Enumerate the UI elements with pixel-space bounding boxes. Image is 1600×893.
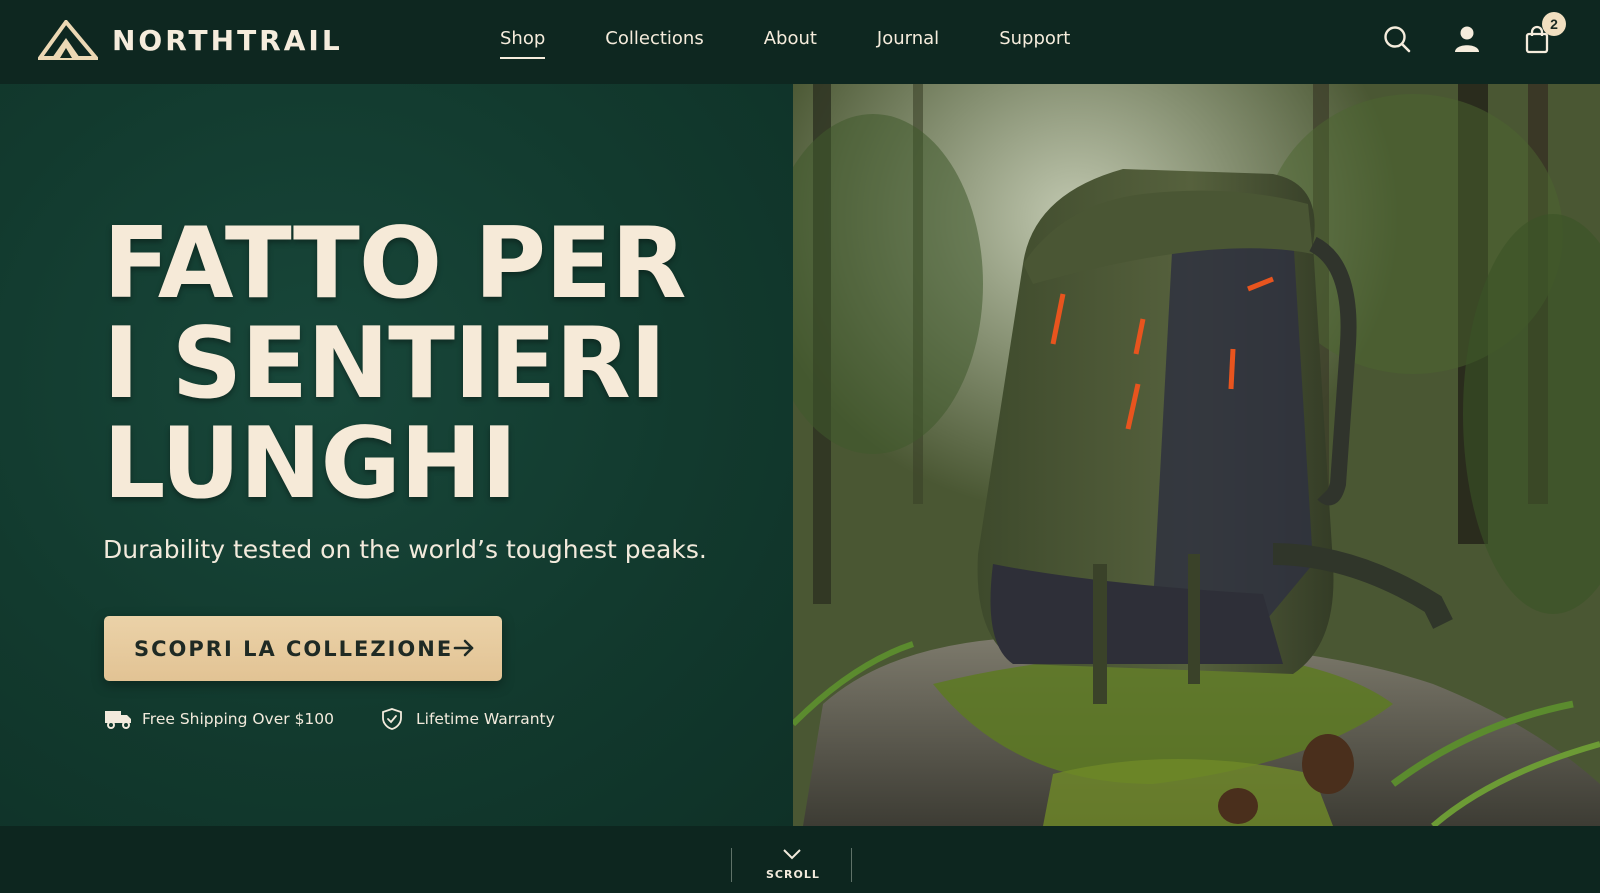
truck-icon: [105, 711, 131, 729]
perk-lifetime-warranty: Lifetime Warranty: [378, 708, 555, 730]
brand-name: NORTHTRAIL: [112, 23, 343, 57]
search-icon: [1384, 26, 1411, 53]
search-button[interactable]: [1382, 24, 1412, 58]
scroll-indicator[interactable]: SCROLL: [766, 868, 820, 881]
mountain-logo-icon: [38, 20, 98, 60]
hero-backpack-photo: [793, 84, 1600, 826]
perks-row: Free Shipping Over $100 Lifetime Warrant…: [104, 708, 555, 730]
cart-count-badge: 2: [1542, 12, 1566, 36]
user-icon: [1455, 26, 1479, 52]
shield-check-icon: [382, 708, 402, 730]
hero-title-line-2: I SENTIERI: [103, 307, 666, 421]
hero-title-line-3: LUNGHI: [103, 407, 517, 521]
hero-subtitle: Durability tested on the world’s toughes…: [103, 535, 707, 564]
nav-shop[interactable]: Shop: [500, 28, 546, 59]
discover-collection-button[interactable]: SCOPRI LA COLLEZIONE: [104, 616, 502, 681]
arrow-right-icon: [453, 639, 474, 657]
hero-title-line-1: FATTO PER: [103, 207, 687, 321]
nav-collections[interactable]: Collections: [605, 28, 703, 49]
site-header: NORTHTRAIL Shop Collections About Journa…: [0, 0, 1600, 84]
account-button[interactable]: [1452, 24, 1482, 58]
hero-title: FATTO PER I SENTIERI LUNGHI: [103, 214, 743, 514]
brand-logo[interactable]: NORTHTRAIL: [38, 20, 343, 60]
perk-label: Free Shipping Over $100: [142, 710, 335, 728]
scroll-divider-right: [851, 848, 852, 882]
backpack-forest-illustration: [793, 84, 1600, 826]
nav-support[interactable]: Support: [999, 28, 1070, 49]
nav-journal[interactable]: Journal: [877, 28, 939, 49]
header-actions: 2: [1382, 12, 1566, 58]
nav-about[interactable]: About: [764, 28, 817, 49]
cart-button[interactable]: 2: [1522, 12, 1566, 58]
chevron-down-icon[interactable]: [782, 848, 802, 860]
cta-label: SCOPRI LA COLLEZIONE: [134, 636, 454, 661]
perk-free-shipping: Free Shipping Over $100: [104, 708, 334, 730]
scroll-divider-left: [731, 848, 732, 882]
perk-label: Lifetime Warranty: [416, 710, 555, 728]
main-nav: Shop Collections About Journal Support: [500, 28, 1130, 59]
